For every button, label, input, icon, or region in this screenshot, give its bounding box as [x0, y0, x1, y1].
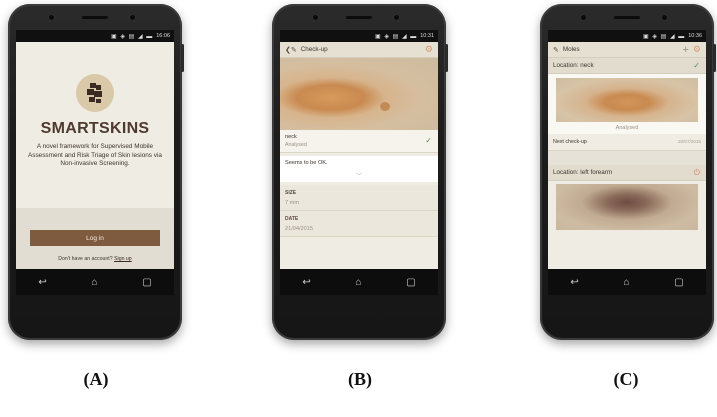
screen-login: ▣ ◈ ▤ ◢ ▬ 16:06 SMARTSKINS A novel frame… [16, 30, 174, 295]
back-icon[interactable]: ↩ [38, 277, 46, 288]
status-icons: ▣ ◈ ▤ ◢ ▬ [111, 33, 154, 40]
size-value: 7 mm [280, 198, 438, 211]
phone-c: ▣ ◈ ▤ ◢ ▬ 10:36 ✎ Moles + ⚙ Location: ne… [540, 4, 716, 340]
phone-b: ▣ ◈ ▤ ◢ ▬ 10:31 ❮✎ Check-up ⚙ neck Analy… [272, 4, 448, 340]
back-icon[interactable]: ↩ [302, 277, 310, 288]
settings-gear-icon[interactable]: ⚙ [425, 44, 433, 55]
note-text: Seems to be OK. [285, 160, 328, 166]
front-camera-icon [580, 14, 587, 21]
location-text: neck [285, 134, 297, 140]
size-label: SIZE [280, 185, 438, 198]
screen-title: Check-up [300, 46, 328, 53]
chevron-down-icon[interactable]: ﹀ [356, 171, 362, 180]
app-description: A novel framework for Supervised Mobile … [28, 143, 162, 168]
status-time: 10:36 [688, 33, 702, 39]
recents-icon[interactable]: ▢ [674, 277, 683, 288]
mole-card-neck[interactable]: Analysed [548, 74, 706, 134]
signup-link[interactable]: Sign up [114, 256, 132, 262]
back-icon[interactable]: ↩ [570, 277, 578, 288]
status-bar: ▣ ◈ ▤ ◢ ▬ 10:36 [548, 30, 706, 42]
screen-title: Moles [562, 46, 580, 53]
next-checkup-label: Next check-up [553, 139, 587, 145]
front-camera-icon [48, 14, 55, 21]
app-bar: ❮✎ Check-up ⚙ [280, 42, 438, 58]
location-row: neck Analysed ✓ [280, 130, 438, 153]
next-checkup-row: Next check-up 20/07/2015 [548, 134, 706, 151]
status-time: 16:06 [156, 33, 170, 39]
status-bar: ▣ ◈ ▤ ◢ ▬ 16:06 [16, 30, 174, 42]
screen-moles: ▣ ◈ ▤ ◢ ▬ 10:36 ✎ Moles + ⚙ Location: ne… [548, 30, 706, 295]
checkmark-icon: ✓ [425, 136, 432, 145]
note-box[interactable]: Seems to be OK. ﹀ [280, 156, 438, 182]
earpiece [346, 16, 372, 19]
mole-card-header-forearm[interactable]: Location: left forearm ⏻ [548, 165, 706, 181]
home-icon[interactable]: ⌂ [623, 277, 629, 288]
add-mole-icon[interactable]: + [682, 44, 688, 55]
app-brand-title: SMARTSKINS [40, 120, 150, 137]
phone-a: ▣ ◈ ▤ ◢ ▬ 16:06 SMARTSKINS A novel frame… [8, 4, 184, 340]
status-icons: ▣ ◈ ▤ ◢ ▬ [375, 33, 418, 40]
app-logo-icon[interactable]: ✎ [553, 46, 559, 54]
recents-icon[interactable]: ▢ [142, 277, 151, 288]
android-nav-bar: ↩ ⌂ ▢ [548, 269, 706, 295]
next-checkup-date: 20/07/2015 [678, 139, 701, 144]
caption-a: (A) [83, 369, 109, 389]
settings-gear-icon[interactable]: ⚙ [693, 44, 701, 55]
recents-icon[interactable]: ▢ [406, 277, 415, 288]
status-time: 10:31 [420, 33, 434, 39]
analysis-status: Analysed [615, 125, 639, 131]
status-bar: ▣ ◈ ▤ ◢ ▬ 10:31 [280, 30, 438, 42]
sensor-icon [129, 14, 136, 21]
caption-c: (C) [613, 369, 639, 389]
app-bar: ✎ Moles + ⚙ [548, 42, 706, 58]
mole-photo [556, 184, 698, 230]
android-nav-bar: ↩ ⌂ ▢ [16, 269, 174, 295]
mole-spot [380, 102, 390, 111]
home-icon[interactable]: ⌂ [355, 277, 361, 288]
sensor-icon [661, 14, 668, 21]
android-nav-bar: ↩ ⌂ ▢ [280, 269, 438, 295]
front-camera-icon [312, 14, 319, 21]
earpiece [614, 16, 640, 19]
card-location: Location: left forearm [553, 169, 613, 176]
checkmark-icon: ✓ [693, 61, 700, 70]
screen-checkup: ▣ ◈ ▤ ◢ ▬ 10:31 ❮✎ Check-up ⚙ neck Analy… [280, 30, 438, 295]
signup-row: Don't have an account? Sign up [16, 256, 174, 262]
login-button[interactable]: Log in [30, 230, 160, 246]
smartskins-logo [76, 74, 114, 112]
caption-b: (B) [348, 369, 372, 389]
date-value: 21/04/2015 [280, 224, 438, 237]
analysis-status: Analysed [285, 142, 307, 148]
card-location: Location: neck [553, 62, 594, 69]
home-icon[interactable]: ⌂ [91, 277, 97, 288]
mole-card-header-neck[interactable]: Location: neck ✓ [548, 58, 706, 74]
power-alert-icon: ⏻ [693, 168, 700, 177]
mole-photo [556, 78, 698, 122]
date-label: DATE [280, 211, 438, 224]
mole-photo [280, 58, 438, 130]
no-account-text: Don't have an account? [58, 256, 113, 262]
status-icons: ▣ ◈ ▤ ◢ ▬ [643, 33, 686, 40]
sensor-icon [393, 14, 400, 21]
earpiece [82, 16, 108, 19]
app-logo-icon[interactable]: ❮✎ [285, 46, 297, 54]
card-separator [548, 151, 706, 165]
